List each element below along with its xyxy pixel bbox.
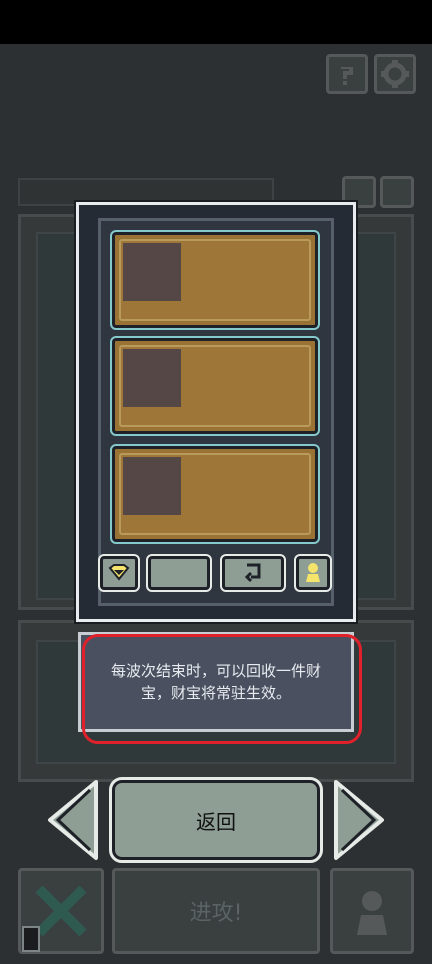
treasure-image [123, 243, 181, 301]
next-button[interactable] [332, 778, 388, 862]
back-button[interactable]: 返回 [109, 777, 323, 863]
highlight-ring [82, 634, 362, 744]
back-button-label: 返回 [196, 809, 236, 834]
prev-button[interactable] [44, 778, 100, 862]
recycle-button[interactable] [220, 554, 286, 592]
treasure-image [123, 349, 181, 407]
arrow-right-icon [334, 780, 384, 860]
recycle-icon [244, 563, 261, 583]
pawn-button-dim[interactable] [380, 176, 414, 208]
pawn-button[interactable] [294, 554, 332, 592]
gem-icon [108, 564, 130, 581]
help-button[interactable] [326, 54, 368, 94]
treasure-card[interactable] [110, 444, 320, 544]
help-icon [341, 67, 353, 85]
attack-button[interactable]: 进攻! [112, 868, 320, 954]
treasure-image [123, 457, 181, 515]
pawn-icon [306, 563, 320, 582]
gear-icon [381, 60, 409, 88]
status-bar [0, 0, 432, 44]
settings-button[interactable] [374, 54, 416, 94]
pawn-icon [357, 891, 387, 935]
hero-button[interactable] [330, 868, 414, 954]
arrow-left-icon [48, 780, 98, 860]
gem-button[interactable] [98, 554, 140, 592]
treasure-card[interactable] [110, 230, 320, 330]
attack-button-label: 进攻! [189, 901, 243, 926]
treasure-card[interactable] [110, 336, 320, 436]
blank-button[interactable] [146, 554, 212, 592]
indicator [22, 926, 40, 952]
board-column [356, 232, 396, 600]
board-column [36, 232, 76, 600]
